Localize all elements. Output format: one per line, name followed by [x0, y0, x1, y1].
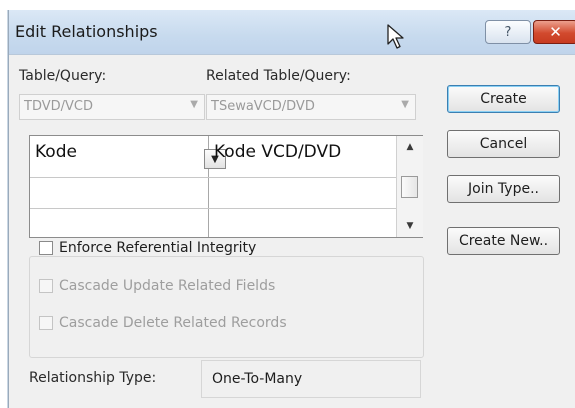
edit-relationships-dialog: Edit Relationships ? ✕ Table/Query: Rela…	[8, 10, 575, 408]
grid-cell-related-field[interactable]: Kode VCD/DVD	[209, 136, 396, 177]
enforce-integrity-option[interactable]: Enforce Referential Integrity	[39, 240, 261, 256]
cascade-delete-option[interactable]: Cascade Delete Related Records	[39, 315, 287, 331]
related-table-query-value: TSewaVCD/DVD	[211, 99, 315, 114]
relationship-type-label: Relationship Type:	[29, 370, 157, 386]
grid-cell-table-field[interactable]	[30, 178, 208, 208]
grid-scrollbar[interactable]: ▲ ▼	[396, 136, 423, 237]
field-mapping-grid: Kode ▼ Kode VCD/DVD ▲ ▼	[29, 135, 423, 238]
create-button[interactable]: Create	[447, 85, 560, 113]
help-icon: ?	[504, 24, 512, 40]
relationship-type-value: One-To-Many	[201, 360, 421, 398]
enforce-integrity-checkbox[interactable]	[39, 241, 53, 255]
join-type-button[interactable]: Join Type..	[447, 175, 560, 203]
create-new-button[interactable]: Create New..	[447, 227, 560, 255]
cascade-delete-checkbox[interactable]	[39, 316, 53, 330]
cascade-update-option[interactable]: Cascade Update Related Fields	[39, 278, 275, 294]
table-query-combo[interactable]: TDVD/VCD ▼	[19, 94, 205, 120]
grid-cell-table-field[interactable]: Kode	[30, 136, 208, 177]
dialog-title: Edit Relationships	[15, 22, 158, 41]
mouse-pointer-icon	[387, 24, 404, 49]
grid-cell-related-field[interactable]	[209, 178, 396, 208]
table-query-value: TDVD/VCD	[24, 99, 93, 114]
scroll-up-button[interactable]: ▲	[397, 136, 423, 158]
cancel-button[interactable]: Cancel	[447, 130, 560, 158]
chevron-down-icon: ▼	[401, 99, 409, 110]
close-button[interactable]: ✕	[533, 20, 575, 44]
grid-cell-related-field[interactable]	[209, 209, 396, 237]
related-table-query-combo[interactable]: TSewaVCD/DVD ▼	[206, 94, 416, 120]
scroll-down-button[interactable]: ▼	[397, 215, 423, 237]
cascade-update-label: Cascade Update Related Fields	[59, 278, 276, 294]
enforce-integrity-label: Enforce Referential Integrity	[59, 240, 257, 256]
help-button[interactable]: ?	[485, 20, 531, 44]
cascade-delete-label: Cascade Delete Related Records	[59, 315, 287, 331]
scroll-thumb[interactable]	[401, 176, 418, 198]
referential-integrity-group	[29, 256, 424, 358]
chevron-down-icon: ▼	[190, 99, 198, 110]
title-bar[interactable]: Edit Relationships ? ✕	[9, 10, 575, 55]
chevron-down-icon: ▼	[406, 221, 414, 231]
related-table-query-label: Related Table/Query:	[206, 68, 351, 84]
table-query-label: Table/Query:	[19, 68, 107, 84]
close-icon: ✕	[549, 23, 562, 41]
cascade-update-checkbox[interactable]	[39, 279, 53, 293]
grid-cell-table-field[interactable]	[30, 209, 208, 237]
chevron-up-icon: ▲	[406, 142, 414, 152]
